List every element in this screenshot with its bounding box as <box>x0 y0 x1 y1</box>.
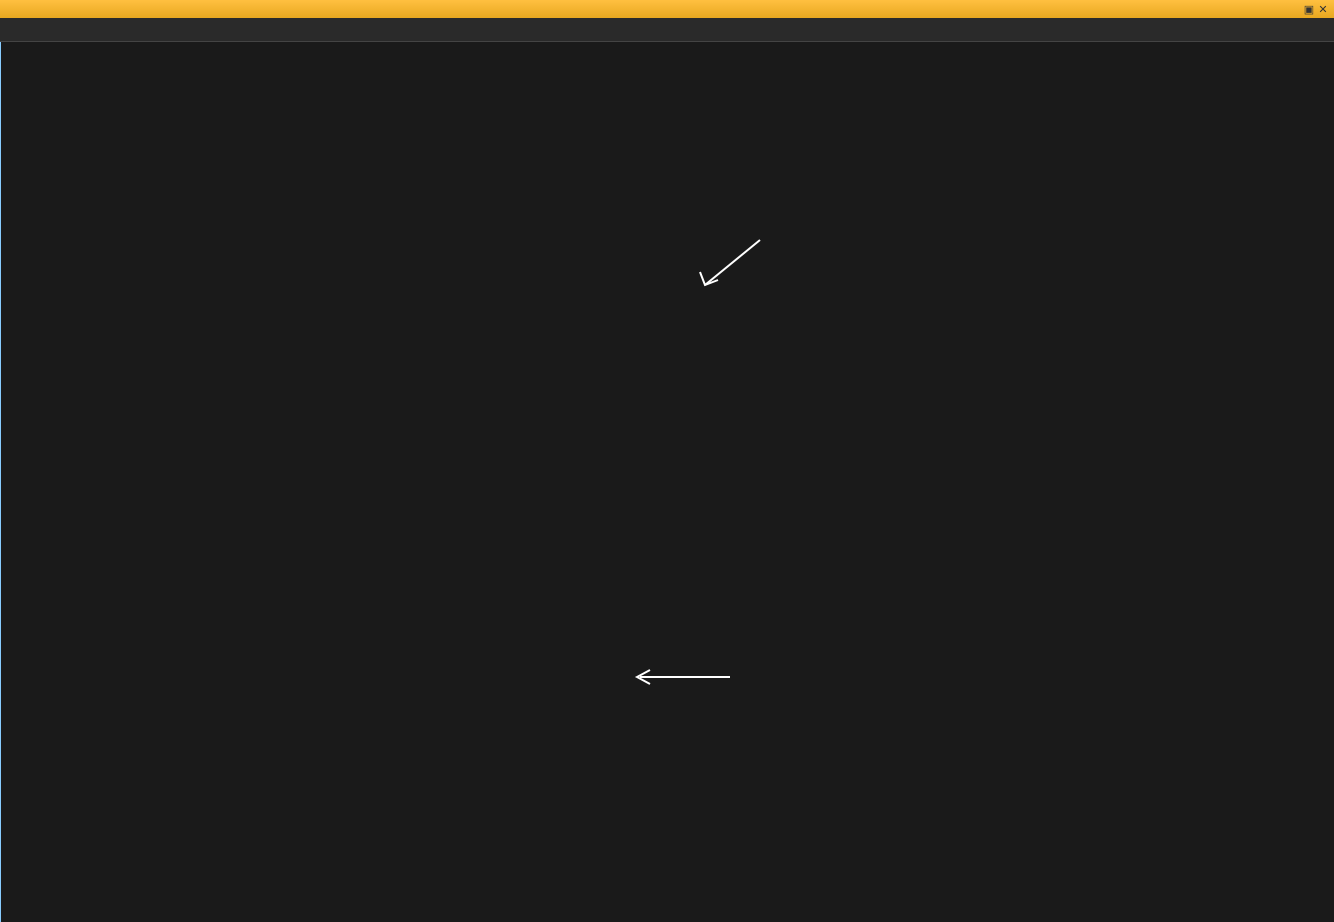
window-pin-icon[interactable]: ▣ <box>1302 2 1316 16</box>
time-cursor[interactable] <box>0 42 1 922</box>
window-close-icon[interactable]: ✕ <box>1316 2 1330 16</box>
timeline-header[interactable] <box>0 18 1334 42</box>
arrow-knocking <box>625 665 735 695</box>
window-titlebar[interactable]: ▣ ✕ <box>0 0 1334 18</box>
timeline-ticks <box>75 18 1334 41</box>
arrow-knock-retard <box>690 230 770 300</box>
